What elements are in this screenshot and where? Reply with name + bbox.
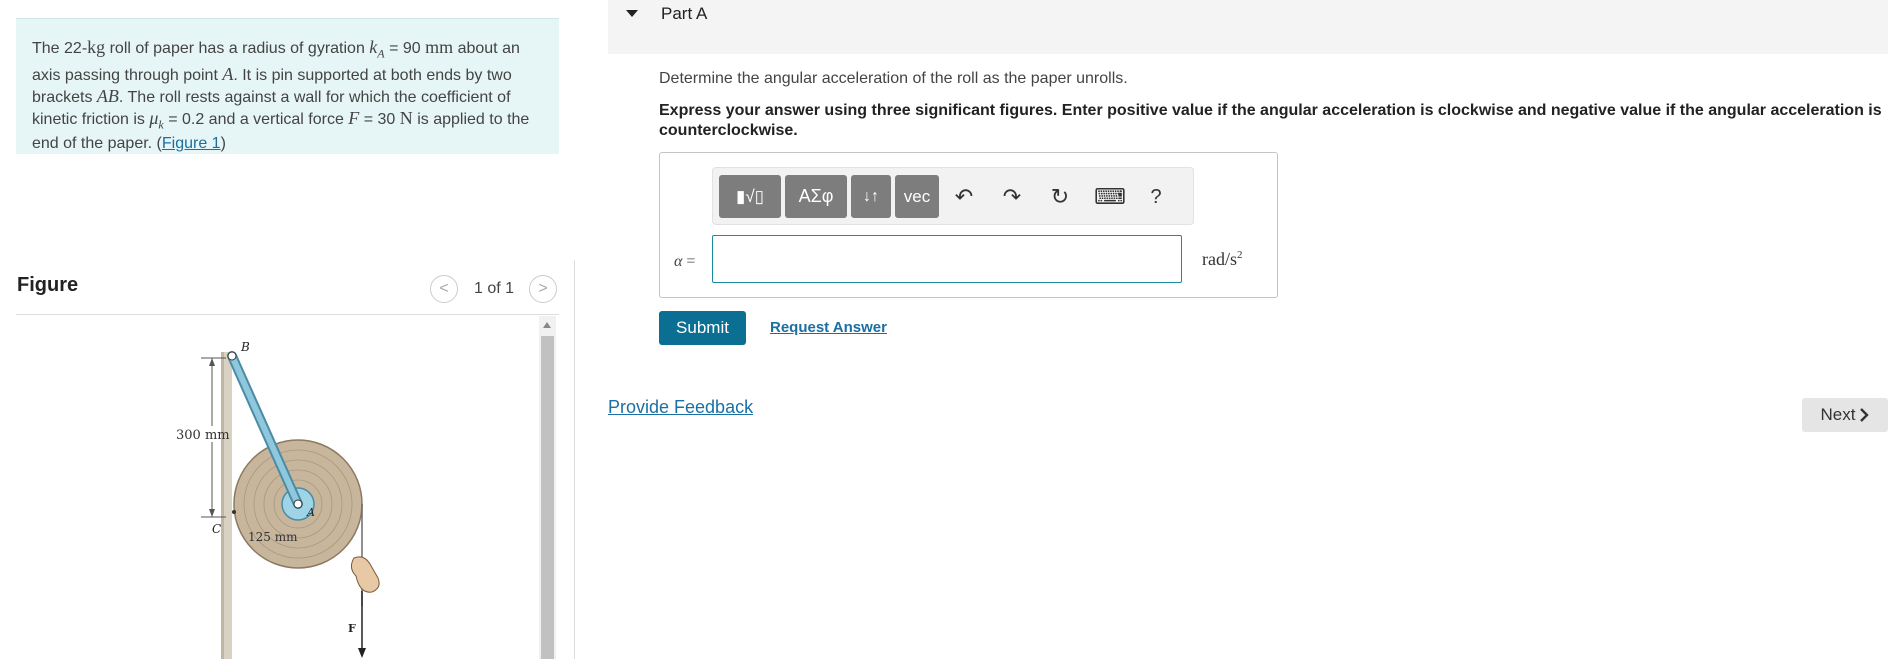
figure-1-link[interactable]: Figure 1	[162, 135, 221, 152]
undo-button[interactable]: ↶	[949, 182, 979, 212]
arrows-icon: ↓↑	[863, 187, 879, 205]
pin-A	[293, 499, 303, 509]
vector-button[interactable]: vec	[895, 175, 939, 218]
pin-B	[227, 351, 237, 361]
scrollbar-thumb[interactable]	[541, 336, 554, 659]
problem-text: roll of paper has a radius of gyration	[105, 40, 370, 57]
undo-icon: ↶	[954, 184, 974, 209]
chevron-left-icon: <	[439, 280, 449, 297]
reset-icon: ↻	[1050, 184, 1070, 209]
dim-125-label: 125 mm	[248, 530, 298, 544]
label-B: B	[240, 340, 250, 354]
problem-text: )	[220, 135, 226, 153]
chevron-right-icon: >	[538, 280, 548, 297]
alpha-label: α =	[674, 253, 696, 270]
wall-edge	[221, 352, 224, 659]
arrowhead	[358, 648, 366, 658]
help-icon: ?	[1150, 185, 1162, 208]
problem-text: The 22-	[32, 40, 88, 57]
figure-scrollbar[interactable]	[539, 316, 556, 659]
symbol-kA: kA	[369, 37, 385, 61]
contact-C	[232, 510, 236, 514]
part-a-header[interactable]: Part A	[608, 0, 1888, 54]
dim-300-label: 300 mm	[176, 428, 230, 443]
next-label: Next	[1820, 405, 1856, 424]
column-divider	[574, 260, 575, 659]
question-text: Determine the angular acceleration of th…	[659, 70, 1128, 87]
greek-symbols-button[interactable]: ΑΣφ	[785, 175, 847, 218]
reset-button[interactable]: ↻	[1045, 182, 1075, 212]
vec-icon: vec	[903, 186, 931, 206]
math-toolbar: ▮√▯ ΑΣφ ↓↑ vec ↶ ↷ ↻ ⌨ ?	[712, 167, 1194, 225]
unit-label: rad/s2	[1202, 249, 1243, 269]
next-button[interactable]: Next	[1802, 398, 1888, 432]
provide-feedback-link[interactable]: Provide Feedback	[608, 397, 753, 418]
arrowhead	[209, 509, 215, 517]
answer-input[interactable]	[712, 235, 1182, 283]
problem-text: = 0.2 and a vertical force	[163, 110, 349, 128]
symbol-A: A	[222, 63, 234, 84]
templates-icon: ▮√▯	[735, 186, 765, 206]
symbol-F: F	[348, 107, 360, 128]
label-C: C	[212, 522, 221, 536]
symbol-AB: AB	[96, 85, 119, 106]
prev-figure-button[interactable]: <	[430, 275, 458, 303]
scroll-up-icon[interactable]	[543, 322, 551, 328]
instruction-text: Express your answer using three signific…	[659, 102, 1882, 139]
greek-icon: ΑΣφ	[798, 186, 834, 206]
problem-text: = 30	[359, 110, 400, 128]
symbol-mu-k: μk	[149, 107, 164, 132]
divider	[16, 314, 559, 315]
next-figure-button[interactable]: >	[529, 275, 557, 303]
keyboard-button[interactable]: ⌨	[1094, 182, 1126, 212]
part-title: Part A	[661, 4, 708, 23]
hand-icon	[350, 556, 380, 593]
templates-button[interactable]: ▮√▯	[719, 175, 781, 218]
help-button[interactable]: ?	[1141, 182, 1171, 212]
label-F: F	[348, 622, 356, 635]
redo-button[interactable]: ↷	[997, 182, 1027, 212]
caret-down-icon[interactable]	[626, 10, 638, 17]
redo-icon: ↷	[1002, 184, 1022, 209]
figure-image: 300 mm B C A 125 mm F	[16, 316, 536, 659]
unit-mm: mm	[425, 37, 454, 57]
figure-counter: 1 of 1	[474, 280, 515, 297]
request-answer-link[interactable]: Request Answer	[770, 319, 887, 336]
unit-N: N	[399, 107, 413, 128]
chevron-right-icon	[1860, 408, 1870, 422]
unit-kg: kg	[87, 37, 106, 57]
arrows-button[interactable]: ↓↑	[851, 175, 891, 218]
figure-title: Figure	[17, 274, 79, 296]
wall	[224, 352, 232, 659]
label-A: A	[306, 506, 315, 519]
keyboard-icon: ⌨	[1094, 184, 1126, 209]
problem-statement: The 22-kg roll of paper has a radius of …	[16, 18, 559, 154]
problem-text: = 90	[384, 40, 426, 57]
submit-button[interactable]: Submit	[659, 311, 746, 345]
arrowhead	[209, 358, 215, 366]
answer-panel: ▮√▯ ΑΣφ ↓↑ vec ↶ ↷ ↻ ⌨ ? α = rad/s2	[659, 152, 1278, 298]
